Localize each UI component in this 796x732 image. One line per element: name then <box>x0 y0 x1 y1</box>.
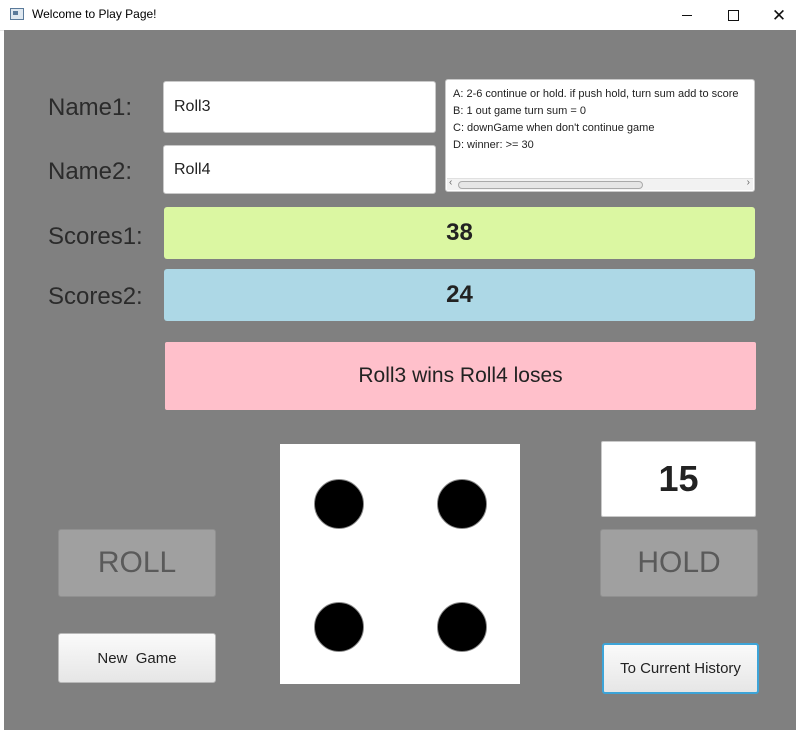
die-face <box>280 444 520 684</box>
turn-sum-display: 15 <box>601 441 756 517</box>
rule-line: A: 2-6 continue or hold. if push hold, t… <box>453 88 739 100</box>
scores2-label: Scores2: <box>48 283 143 310</box>
rule-line: B: 1 out game turn sum = 0 <box>453 105 586 117</box>
play-page: Name1: Roll3 Name2: Roll4 A: 2-6 continu… <box>4 30 796 730</box>
die-pip <box>437 479 487 529</box>
name1-value: Roll3 <box>174 98 211 115</box>
maximize-icon <box>727 9 739 21</box>
scroll-left-icon[interactable]: ‹ <box>449 177 452 188</box>
minimize-icon <box>682 14 692 16</box>
title-bar: Welcome to Play Page! ✕ <box>0 0 796 31</box>
die-pip <box>314 602 364 652</box>
app-icon <box>10 8 24 20</box>
roll-button[interactable]: ROLL <box>58 529 216 597</box>
rule-line: C: downGame when don't continue game <box>453 122 655 134</box>
name1-field[interactable]: Roll3 <box>163 81 436 133</box>
close-button[interactable]: ✕ <box>756 0 796 30</box>
die-pip <box>314 479 364 529</box>
rules-text-area[interactable]: A: 2-6 continue or hold. if push hold, t… <box>445 79 755 192</box>
minimize-button[interactable] <box>664 0 710 30</box>
maximize-button[interactable] <box>710 0 756 30</box>
scroll-thumb[interactable] <box>458 181 643 189</box>
new-game-button[interactable]: New Game <box>58 633 216 683</box>
scores1-label: Scores1: <box>48 223 143 250</box>
history-button[interactable]: To Current History <box>602 643 759 694</box>
window-title: Welcome to Play Page! <box>32 7 157 21</box>
die-pip <box>437 602 487 652</box>
hold-button[interactable]: HOLD <box>600 529 758 597</box>
horizontal-scrollbar[interactable]: ‹ › <box>447 177 753 190</box>
scroll-right-icon[interactable]: › <box>747 177 750 188</box>
score1-display: 38 <box>164 207 755 259</box>
rules-text: A: 2-6 continue or hold. if push hold, t… <box>453 86 739 154</box>
name2-value: Roll4 <box>174 160 211 178</box>
name1-label: Name1: <box>48 94 133 121</box>
result-banner: Roll3 wins Roll4 loses <box>165 342 756 410</box>
score2-display: 24 <box>164 269 755 321</box>
new-game-label: New Game <box>97 649 177 667</box>
name2-field[interactable]: Roll4 <box>163 145 436 194</box>
close-icon: ✕ <box>771 5 787 25</box>
history-label: To Current History <box>620 660 741 677</box>
name2-label: Name2: <box>48 158 133 185</box>
rule-line: D: winner: >= 30 <box>453 139 534 151</box>
